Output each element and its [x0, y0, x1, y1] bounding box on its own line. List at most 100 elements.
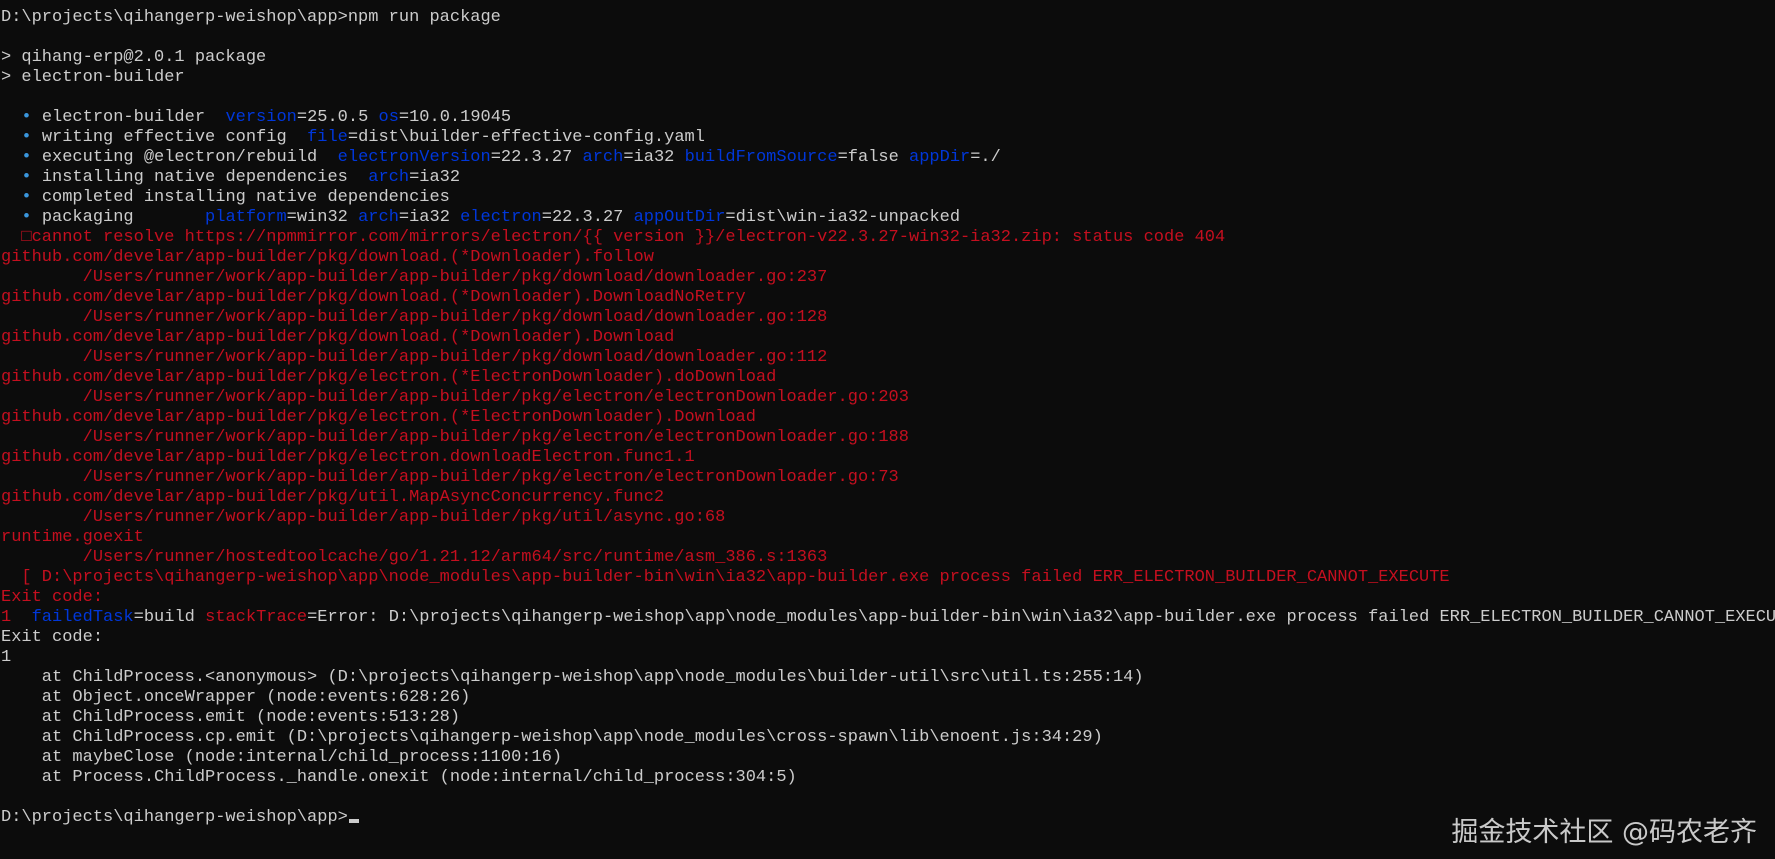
- terminal-text: failedTask: [31, 608, 134, 627]
- terminal-text: =false: [837, 148, 910, 167]
- terminal-text: runtime.goexit: [1, 528, 144, 547]
- terminal-line: • electron-builder version=25.0.5 os=10.…: [1, 108, 1775, 128]
- terminal-text: =build: [133, 608, 206, 627]
- terminal-text: github.com/develar/app-builder/pkg/util.…: [1, 488, 665, 507]
- terminal-line: runtime.goexit: [1, 528, 1775, 548]
- terminal-line: • executing @electron/rebuild electronVe…: [1, 148, 1775, 168]
- terminal-line: at Process.ChildProcess._handle.onexit (…: [1, 768, 1775, 788]
- terminal-text: =22.3.27: [490, 148, 583, 167]
- terminal-line: /Users/runner/work/app-builder/app-build…: [1, 388, 1775, 408]
- terminal-text: •: [1, 188, 42, 207]
- terminal-text: electron: [460, 208, 542, 227]
- terminal-text: arch: [582, 148, 624, 167]
- terminal-line: /Users/runner/work/app-builder/app-build…: [1, 468, 1775, 488]
- terminal-text: at ChildProcess.cp.emit (D:\projects\qih…: [1, 728, 1103, 747]
- terminal-line: /Users/runner/hostedtoolcache/go/1.21.12…: [1, 548, 1775, 568]
- terminal-text: /Users/runner/work/app-builder/app-build…: [1, 468, 899, 487]
- terminal-text: github.com/develar/app-builder/pkg/elect…: [1, 408, 756, 427]
- terminal-text: =ia32: [623, 148, 685, 167]
- terminal-line: github.com/develar/app-builder/pkg/downl…: [1, 248, 1775, 268]
- terminal-line: /Users/runner/work/app-builder/app-build…: [1, 348, 1775, 368]
- terminal-text: github.com/develar/app-builder/pkg/elect…: [1, 368, 777, 387]
- terminal-line: Exit code:: [1, 628, 1775, 648]
- terminal-text: =25.0.5: [296, 108, 379, 127]
- terminal-line: [ D:\projects\qihangerp-weishop\app\node…: [1, 568, 1775, 588]
- terminal-text: completed installing native dependencies: [41, 188, 450, 207]
- terminal-line: 1: [1, 648, 1775, 668]
- terminal-text: =ia32: [398, 208, 461, 227]
- terminal-text: =win32: [286, 208, 359, 227]
- terminal-text: Exit code:: [1, 628, 104, 647]
- terminal-text: /Users/runner/work/app-builder/app-build…: [1, 348, 828, 367]
- terminal-text: > qihang-erp@2.0.1 package: [1, 48, 267, 67]
- terminal-text: buildFromSource: [684, 148, 838, 167]
- terminal-line: at Object.onceWrapper (node:events:628:2…: [1, 688, 1775, 708]
- terminal-output[interactable]: D:\projects\qihangerp-weishop\app>npm ru…: [1, 8, 1775, 859]
- terminal-line: at ChildProcess.<anonymous> (D:\projects…: [1, 668, 1775, 688]
- terminal-text: version: [225, 108, 297, 127]
- terminal-text: =22.3.27: [541, 208, 634, 227]
- terminal-text: os: [378, 108, 399, 127]
- terminal-text: platform: [205, 208, 287, 227]
- terminal-text: arch: [358, 208, 399, 227]
- terminal-text: •: [1, 108, 42, 127]
- terminal-text: at ChildProcess.<anonymous> (D:\projects…: [1, 668, 1144, 687]
- terminal-text: •: [1, 208, 42, 227]
- terminal-text: □cannot resolve https://npmmirror.com/mi…: [1, 228, 1226, 247]
- terminal-line: □cannot resolve https://npmmirror.com/mi…: [1, 228, 1775, 248]
- terminal-line: at maybeClose (node:internal/child_proce…: [1, 748, 1775, 768]
- terminal-line: /Users/runner/work/app-builder/app-build…: [1, 428, 1775, 448]
- terminal-text: =./: [970, 148, 1001, 167]
- terminal-text: github.com/develar/app-builder/pkg/downl…: [1, 248, 654, 267]
- terminal-text: 1: [1, 608, 32, 627]
- terminal-text: /Users/runner/work/app-builder/app-build…: [1, 508, 726, 527]
- terminal-text: at Process.ChildProcess._handle.onexit (…: [1, 768, 797, 787]
- terminal-text: D:\projects\qihangerp-weishop\app>: [1, 808, 348, 827]
- terminal-text: at Object.onceWrapper (node:events:628:2…: [1, 688, 471, 707]
- terminal-line: github.com/develar/app-builder/pkg/util.…: [1, 488, 1775, 508]
- terminal-text: 1: [1, 648, 12, 667]
- watermark-text: 掘金技术社区 @码农老齐: [1451, 817, 1757, 848]
- terminal-text: writing effective config: [41, 128, 308, 147]
- terminal-line: • packaging platform=win32 arch=ia32 ele…: [1, 208, 1775, 228]
- terminal-line: D:\projects\qihangerp-weishop\app>npm ru…: [1, 8, 1775, 28]
- terminal-text: =ia32: [409, 168, 461, 187]
- terminal-text: [ D:\projects\qihangerp-weishop\app\node…: [1, 568, 1450, 587]
- terminal-text: =10.0.19045: [398, 108, 512, 127]
- terminal-text: =Error: D:\projects\qihangerp-weishop\ap…: [307, 608, 1775, 627]
- terminal-line: /Users/runner/work/app-builder/app-build…: [1, 508, 1775, 528]
- terminal-text: electronVersion: [337, 148, 491, 167]
- terminal-text: github.com/develar/app-builder/pkg/elect…: [1, 448, 695, 467]
- terminal-text: appOutDir: [633, 208, 726, 227]
- terminal-text: /Users/runner/hostedtoolcache/go/1.21.12…: [1, 548, 828, 567]
- terminal-text: at maybeClose (node:internal/child_proce…: [1, 748, 563, 767]
- terminal-line: > electron-builder: [1, 68, 1775, 88]
- terminal-line: github.com/develar/app-builder/pkg/elect…: [1, 408, 1775, 428]
- terminal-text: executing @electron/rebuild: [41, 148, 338, 167]
- terminal-text: github.com/develar/app-builder/pkg/downl…: [1, 288, 746, 307]
- terminal-line: • installing native dependencies arch=ia…: [1, 168, 1775, 188]
- terminal-line: • completed installing native dependenci…: [1, 188, 1775, 208]
- terminal-text: /Users/runner/work/app-builder/app-build…: [1, 388, 909, 407]
- terminal-text: =dist\win-ia32-unpacked: [725, 208, 961, 227]
- terminal-line: /Users/runner/work/app-builder/app-build…: [1, 268, 1775, 288]
- terminal-line: github.com/develar/app-builder/pkg/downl…: [1, 288, 1775, 308]
- terminal-text: installing native dependencies: [41, 168, 369, 187]
- terminal-text: packaging: [41, 208, 206, 227]
- terminal-text: •: [1, 148, 42, 167]
- terminal-text: github.com/develar/app-builder/pkg/downl…: [1, 328, 675, 347]
- terminal-text: stackTrace: [205, 608, 308, 627]
- terminal-text: •: [1, 168, 42, 187]
- terminal-line: github.com/develar/app-builder/pkg/elect…: [1, 368, 1775, 388]
- terminal-text: file: [307, 128, 348, 147]
- terminal-line: Exit code:: [1, 588, 1775, 608]
- text-cursor: [348, 819, 359, 823]
- terminal-text: /Users/runner/work/app-builder/app-build…: [1, 308, 828, 327]
- terminal-text: =dist\builder-effective-config.yaml: [347, 128, 705, 147]
- terminal-text: D:\projects\qihangerp-weishop\app>npm ru…: [1, 8, 501, 27]
- terminal-text: appDir: [909, 148, 971, 167]
- terminal-text: arch: [368, 168, 410, 187]
- terminal-line: at ChildProcess.emit (node:events:513:28…: [1, 708, 1775, 728]
